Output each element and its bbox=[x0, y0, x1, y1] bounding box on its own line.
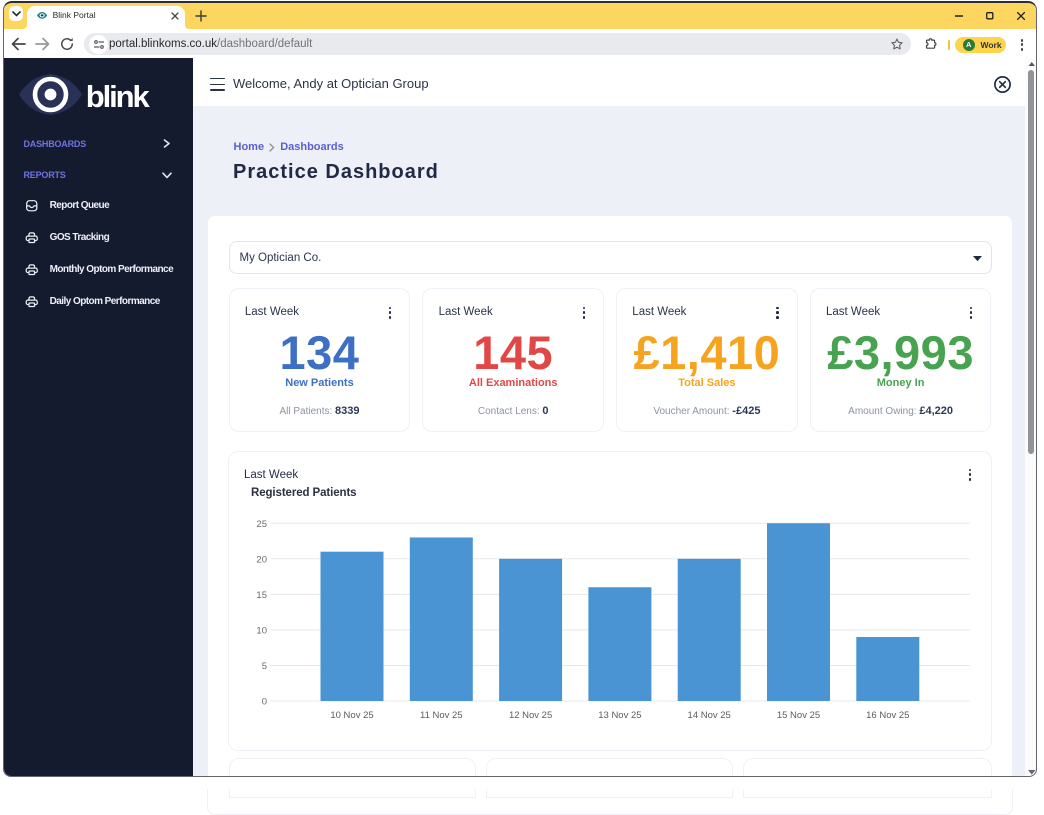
svg-text:10 Nov 25: 10 Nov 25 bbox=[330, 710, 373, 721]
svg-text:11 Nov 25: 11 Nov 25 bbox=[420, 710, 463, 721]
svg-text:15 Nov 25: 15 Nov 25 bbox=[777, 710, 820, 721]
svg-text:10: 10 bbox=[256, 625, 267, 636]
svg-text:15: 15 bbox=[256, 590, 267, 601]
svg-text:0: 0 bbox=[262, 697, 267, 708]
svg-text:14 Nov 25: 14 Nov 25 bbox=[688, 710, 731, 721]
svg-text:25: 25 bbox=[256, 519, 267, 530]
svg-text:16 Nov 25: 16 Nov 25 bbox=[866, 710, 909, 721]
svg-text:20: 20 bbox=[256, 554, 267, 565]
svg-text:13 Nov 25: 13 Nov 25 bbox=[598, 710, 641, 721]
svg-text:12 Nov 25: 12 Nov 25 bbox=[509, 710, 552, 721]
svg-text:5: 5 bbox=[262, 661, 267, 672]
